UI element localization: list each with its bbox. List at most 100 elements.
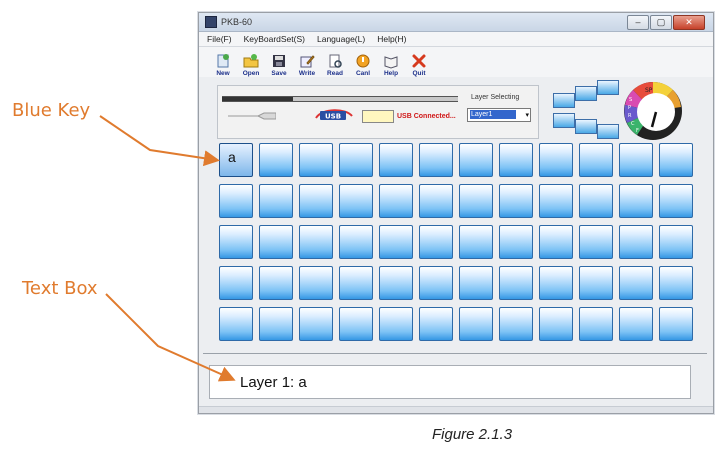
open-button[interactable]: Open [239,53,263,77]
blue-key[interactable] [419,307,453,341]
blue-key[interactable] [259,266,293,300]
blue-key[interactable] [379,184,413,218]
blue-key[interactable] [579,307,613,341]
blue-key[interactable] [499,307,533,341]
layer-select[interactable]: Layer1 ▾ [467,108,531,122]
blue-key[interactable] [379,266,413,300]
mini-key[interactable] [597,80,619,95]
blue-key[interactable] [419,225,453,259]
blue-key[interactable] [459,143,493,177]
text-box[interactable]: Layer 1: a [209,365,691,399]
toolbar: New Open Save Write Read Canl Help Quit [199,47,713,77]
blue-key[interactable] [459,266,493,300]
help-label: Help [383,70,399,77]
blue-key[interactable] [259,307,293,341]
window-controls: – ▢ ✕ [627,14,705,30]
blue-key[interactable] [619,266,653,300]
blue-key[interactable] [539,307,573,341]
menu-file[interactable]: File(F) [207,34,232,44]
blue-key[interactable] [659,184,693,218]
cancel-button[interactable]: Canl [351,53,375,77]
write-button[interactable]: Write [295,53,319,77]
blue-key[interactable] [579,266,613,300]
usb-logo-icon: USB [315,109,353,121]
blue-key[interactable] [659,307,693,341]
menu-language[interactable]: Language(L) [317,34,365,44]
read-button[interactable]: Read [323,53,347,77]
write-pencil-icon [300,55,315,68]
mini-key[interactable] [553,113,575,128]
dial-letter-r: R [628,113,632,119]
blue-key[interactable] [339,225,373,259]
help-button[interactable]: Help [379,53,403,77]
dial-letter-f: F [636,128,639,134]
blue-key[interactable] [619,225,653,259]
blue-key[interactable] [259,184,293,218]
floppy-disk-icon [273,55,285,67]
blue-key[interactable] [579,143,613,177]
blue-key[interactable] [379,307,413,341]
blue-key[interactable] [339,266,373,300]
blue-key[interactable] [219,184,253,218]
blue-key[interactable] [419,266,453,300]
blue-key[interactable] [299,225,333,259]
blue-key[interactable] [539,225,573,259]
blue-key[interactable] [459,184,493,218]
blue-key[interactable] [459,225,493,259]
blue-key[interactable] [539,184,573,218]
blue-key[interactable] [659,266,693,300]
blue-key[interactable] [539,143,573,177]
blue-key[interactable] [499,143,533,177]
blue-key[interactable] [619,143,653,177]
blue-key[interactable] [579,184,613,218]
blue-key[interactable] [299,143,333,177]
blue-key[interactable] [659,225,693,259]
new-label: New [216,70,230,77]
divider [203,353,707,354]
blue-key[interactable] [419,184,453,218]
blue-key[interactable] [619,307,653,341]
blue-key[interactable] [419,143,453,177]
blue-key[interactable] [339,143,373,177]
close-button[interactable]: ✕ [673,14,705,30]
figure-caption: Figure 2.1.3 [432,426,513,443]
blue-key[interactable] [499,225,533,259]
mini-key[interactable] [597,124,619,139]
layer-selecting-label: Layer Selecting [471,94,520,101]
mini-key[interactable] [575,119,597,134]
blue-key[interactable] [539,266,573,300]
menu-help[interactable]: Help(H) [377,34,406,44]
menu-keyboardset[interactable]: KeyBoardSet(S) [244,34,305,44]
dial-sp-text: SP [645,87,653,94]
blue-key[interactable] [219,307,253,341]
blue-key[interactable] [619,184,653,218]
blue-key[interactable] [299,307,333,341]
blue-key[interactable] [259,143,293,177]
blue-key[interactable] [659,143,693,177]
blue-key[interactable] [339,184,373,218]
blue-key[interactable] [299,266,333,300]
blue-key[interactable] [219,266,253,300]
blue-key[interactable] [259,225,293,259]
quit-button[interactable]: Quit [407,53,431,77]
mini-key[interactable] [575,86,597,101]
color-dial-icon[interactable]: SP S P R C F [623,81,683,141]
minimize-button[interactable]: – [627,14,649,30]
mini-key[interactable] [553,93,575,108]
save-button[interactable]: Save [267,53,291,77]
blue-key[interactable] [379,225,413,259]
blue-key-a[interactable]: a [219,143,253,177]
blue-key[interactable] [499,266,533,300]
blue-key[interactable] [499,184,533,218]
blue-key[interactable] [339,307,373,341]
blue-key[interactable] [379,143,413,177]
blue-key[interactable] [579,225,613,259]
maximize-button[interactable]: ▢ [650,14,672,30]
blue-key[interactable] [219,225,253,259]
blue-key[interactable] [459,307,493,341]
blue-key[interactable] [299,184,333,218]
usb-indicator [362,110,394,123]
open-folder-icon [243,54,259,68]
open-label: Open [242,70,260,77]
new-button[interactable]: New [211,53,235,77]
